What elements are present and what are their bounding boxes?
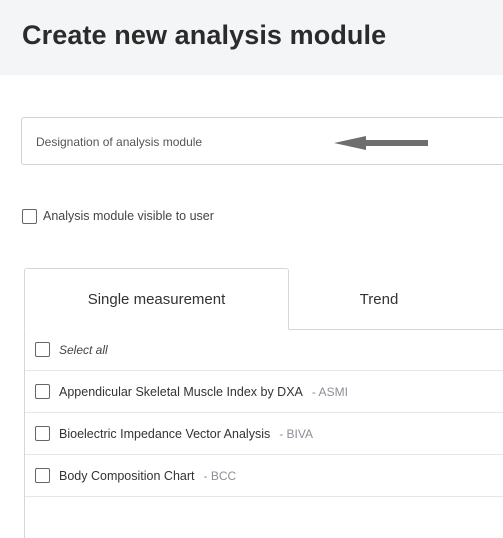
- select-all-row[interactable]: Select all: [25, 329, 503, 371]
- list-item-checkbox[interactable]: [35, 426, 50, 441]
- page-title: Create new analysis module: [22, 20, 387, 50]
- list-item-name: Bioelectric Impedance Vector Analysis: [59, 426, 271, 441]
- list-item[interactable]: Bioelectric Impedance Vector Analysis - …: [25, 413, 503, 455]
- list-item-abbr: - BIVA: [279, 426, 314, 441]
- list-item-abbr: - BCC: [203, 468, 237, 483]
- select-all-label: Select all: [59, 342, 108, 357]
- analysis-list: Select all Appendicular Skeletal Muscle …: [24, 329, 503, 538]
- list-item-name: Body Composition Chart: [59, 468, 195, 483]
- designation-input[interactable]: [36, 132, 336, 152]
- list-item[interactable]: Body Composition Chart - BCC: [25, 455, 503, 497]
- tab-single-measurement[interactable]: Single measurement: [24, 268, 289, 330]
- visible-to-user-checkbox[interactable]: [22, 208, 37, 224]
- list-item-abbr: - ASMI: [311, 384, 348, 399]
- designation-field[interactable]: [21, 117, 503, 165]
- tab-trend[interactable]: Trend: [289, 268, 469, 330]
- arrow-left-icon: [334, 136, 428, 150]
- visible-to-user-row[interactable]: Analysis module visible to user: [22, 207, 214, 225]
- list-item-checkbox[interactable]: [35, 468, 50, 483]
- tab-bar: Single measurement Trend: [24, 268, 503, 330]
- list-item-checkbox[interactable]: [35, 384, 50, 399]
- list-item-name: Appendicular Skeletal Muscle Index by DX…: [59, 384, 303, 399]
- page-header: Create new analysis module: [0, 0, 503, 75]
- list-item[interactable]: Appendicular Skeletal Muscle Index by DX…: [25, 371, 503, 413]
- visible-to-user-label: Analysis module visible to user: [43, 209, 214, 223]
- select-all-checkbox[interactable]: [35, 342, 50, 357]
